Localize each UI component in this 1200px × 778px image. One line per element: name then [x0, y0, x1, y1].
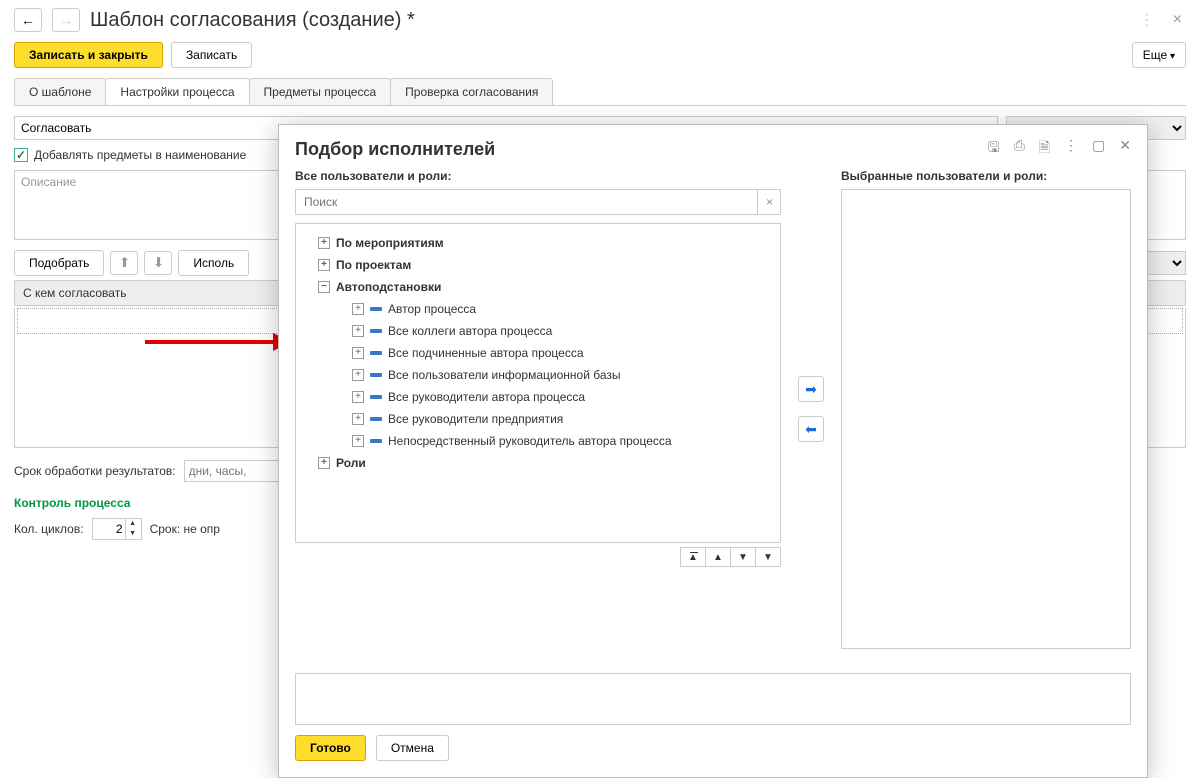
expand-icon[interactable]: +: [352, 391, 364, 403]
expand-icon[interactable]: +: [352, 303, 364, 315]
tree-child[interactable]: +Непосредственный руководитель автора пр…: [300, 430, 776, 452]
add-items-label: Добавлять предметы в наименование: [34, 148, 246, 162]
deadline-label: Срок обработки результатов:: [14, 464, 176, 478]
tab-about[interactable]: О шаблоне: [14, 78, 106, 105]
term-label: Срок: не опр: [150, 522, 220, 536]
tree-child[interactable]: +Автор процесса: [300, 298, 776, 320]
pick-button[interactable]: Подобрать: [14, 250, 104, 276]
tree-child[interactable]: +Все руководители предприятия: [300, 408, 776, 430]
move-down-button[interactable]: ⬇: [144, 251, 172, 275]
spinner-up-icon[interactable]: ▲: [126, 519, 140, 529]
kebab-icon[interactable]: ⋮: [1135, 10, 1159, 30]
search-doc-icon[interactable]: 🗎: [1039, 137, 1050, 161]
item-icon: [370, 417, 382, 421]
move-left-button[interactable]: ⬅: [798, 416, 824, 442]
tree-child[interactable]: +Все руководители автора процесса: [300, 386, 776, 408]
lower-box[interactable]: [295, 673, 1131, 725]
window-title: Шаблон согласования (создание) *: [90, 9, 415, 32]
expand-icon[interactable]: +: [352, 325, 364, 337]
search-input[interactable]: [295, 189, 781, 215]
item-icon: [370, 351, 382, 355]
print-icon[interactable]: ⎙: [1014, 137, 1025, 161]
tree-projects[interactable]: +По проектам: [300, 254, 776, 276]
dialog-body: Все пользователи и роли: × +По мероприят…: [279, 169, 1147, 661]
cycles-value[interactable]: [93, 520, 125, 538]
tree-child[interactable]: +Все подчиненные автора процесса: [300, 342, 776, 364]
expand-icon[interactable]: +: [352, 413, 364, 425]
spinner-down-icon[interactable]: ▼: [126, 529, 140, 539]
selected-label: Выбранные пользователи и роли:: [841, 169, 1131, 183]
item-icon: [370, 329, 382, 333]
item-icon: [370, 373, 382, 377]
maximize-icon[interactable]: ▢: [1092, 137, 1105, 161]
forward-button[interactable]: →: [52, 8, 80, 32]
dialog-title: Подбор исполнителей: [295, 139, 988, 160]
done-button[interactable]: Готово: [295, 735, 366, 761]
tree-child[interactable]: +Все пользователи информационной базы: [300, 364, 776, 386]
move-right-button[interactable]: ➡: [798, 376, 824, 402]
item-icon: [370, 395, 382, 399]
toolbar: Записать и закрыть Записать Еще: [14, 42, 1186, 68]
item-icon: [370, 307, 382, 311]
expand-icon[interactable]: +: [318, 259, 330, 271]
title-bar: ← → Шаблон согласования (создание) * ⋮ ×: [14, 8, 1186, 32]
item-icon: [370, 439, 382, 443]
move-up-button[interactable]: ⬆: [110, 251, 138, 275]
nav-top-icon[interactable]: ▲: [680, 547, 706, 567]
tab-check[interactable]: Проверка согласования: [390, 78, 553, 105]
nav-down-icon[interactable]: ▼: [730, 547, 756, 567]
tree-events[interactable]: +По мероприятиям: [300, 232, 776, 254]
left-panel: Все пользователи и роли: × +По мероприят…: [295, 169, 781, 649]
save-button[interactable]: Записать: [171, 42, 252, 68]
tabs: О шаблоне Настройки процесса Предметы пр…: [14, 78, 1186, 106]
expand-icon[interactable]: +: [352, 435, 364, 447]
cancel-button[interactable]: Отмена: [376, 735, 449, 761]
tree-nav: ▲ ▲ ▼ ▼: [295, 547, 781, 567]
mid-panel: ➡ ⬅: [793, 169, 829, 649]
selected-box[interactable]: [841, 189, 1131, 649]
dialog-footer: Готово Отмена: [279, 735, 1147, 777]
close-icon[interactable]: ×: [1169, 11, 1186, 29]
annotation-arrow: [145, 340, 275, 344]
use-button[interactable]: Исполь: [178, 250, 249, 276]
tab-items[interactable]: Предметы процесса: [249, 78, 392, 105]
dialog-close-icon[interactable]: ✕: [1119, 137, 1131, 161]
tree-auto[interactable]: −Автоподстановки: [300, 276, 776, 298]
save-and-close-button[interactable]: Записать и закрыть: [14, 42, 163, 68]
cycles-label: Кол. циклов:: [14, 522, 84, 536]
checkbox-icon[interactable]: ✓: [14, 148, 28, 162]
deadline-input[interactable]: [184, 460, 284, 482]
clear-search-icon[interactable]: ×: [757, 189, 781, 215]
nav-up-icon[interactable]: ▲: [705, 547, 731, 567]
cycles-spinner[interactable]: ▲▼: [92, 518, 142, 540]
collapse-icon[interactable]: −: [318, 281, 330, 293]
dialog-header: Подбор исполнителей 🖫 ⎙ 🗎 ⋮ ▢ ✕: [279, 125, 1147, 169]
save-icon[interactable]: 🖫: [988, 137, 1000, 161]
all-users-label: Все пользователи и роли:: [295, 169, 781, 183]
expand-icon[interactable]: +: [352, 347, 364, 359]
tree-roles[interactable]: +Роли: [300, 452, 776, 474]
right-panel: Выбранные пользователи и роли:: [841, 169, 1131, 649]
dialog-kebab-icon[interactable]: ⋮: [1064, 137, 1078, 161]
nav-bottom-icon[interactable]: ▼: [755, 547, 781, 567]
expand-icon[interactable]: +: [318, 237, 330, 249]
expand-icon[interactable]: +: [318, 457, 330, 469]
performers-dialog: Подбор исполнителей 🖫 ⎙ 🗎 ⋮ ▢ ✕ Все поль…: [278, 124, 1148, 778]
expand-icon[interactable]: +: [352, 369, 364, 381]
tree-box[interactable]: +По мероприятиям +По проектам −Автоподст…: [295, 223, 781, 543]
back-button[interactable]: ←: [14, 8, 42, 32]
more-button[interactable]: Еще: [1132, 42, 1186, 68]
tree-child[interactable]: +Все коллеги автора процесса: [300, 320, 776, 342]
tab-settings[interactable]: Настройки процесса: [105, 78, 249, 105]
